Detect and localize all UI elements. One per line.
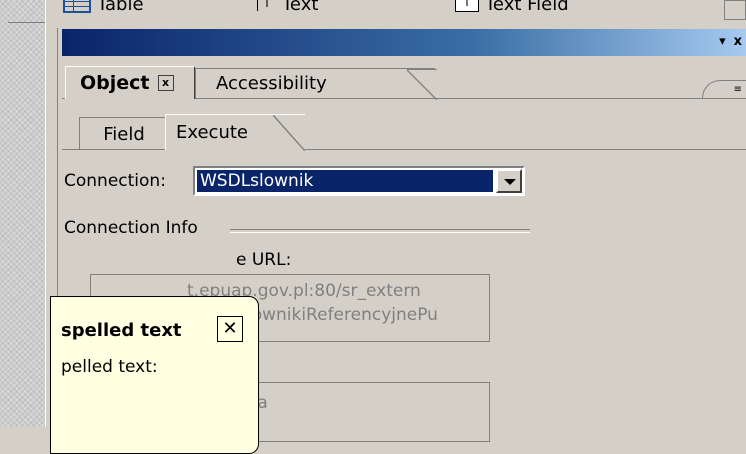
outer-tab-strip: Accessibility Object x ≡ xyxy=(62,56,746,101)
tab-object[interactable]: Object x xyxy=(65,66,195,99)
inner-tab-strip: Field Execute xyxy=(62,111,746,151)
chevron-down-icon[interactable] xyxy=(496,169,522,193)
connection-info-label: Connection Info xyxy=(64,218,198,238)
palette-item-text[interactable]: T Text xyxy=(257,0,318,16)
palette-item-label: Text Field xyxy=(485,0,569,15)
panel-titlebar[interactable]: ▾ x xyxy=(62,29,746,56)
tooltip-body: pelled text: xyxy=(61,357,158,377)
palette-item-label: Text xyxy=(282,0,319,15)
tab-field[interactable]: Field xyxy=(79,117,173,150)
text-icon: T xyxy=(257,0,276,11)
panel-close-icon[interactable]: x xyxy=(734,34,742,49)
connection-selected-value: WSDLslownik xyxy=(197,170,493,192)
left-gutter xyxy=(0,0,45,427)
tooltip-title: spelled text xyxy=(61,320,182,341)
connection-label: Connection: xyxy=(64,171,166,191)
table-icon xyxy=(63,0,91,13)
connection-select[interactable]: WSDLslownik xyxy=(193,166,525,196)
object-panel: Accessibility Object x ≡ Field Execute C… xyxy=(50,56,746,454)
tab-accessibility-label: Accessibility xyxy=(216,73,327,94)
panel-menu-icon[interactable]: ▾ xyxy=(719,34,726,49)
tab-execute-label: Execute xyxy=(176,122,248,143)
text-field-icon: I xyxy=(455,0,479,12)
tab-accessibility[interactable]: Accessibility xyxy=(195,68,437,100)
close-icon[interactable]: ✕ xyxy=(217,316,243,342)
palette-scroll-button[interactable] xyxy=(724,0,746,20)
tab-execute[interactable]: Execute xyxy=(165,114,305,151)
palette-menu-icon[interactable]: ≡ xyxy=(702,80,746,98)
group-separator xyxy=(230,229,530,233)
palette-item-label: Table xyxy=(97,0,144,15)
object-palette: Table T Text I Text Field xyxy=(57,0,746,28)
tab-object-label: Object xyxy=(80,72,150,94)
tab-close-icon[interactable]: x xyxy=(157,75,174,91)
palette-item-text-field[interactable]: I Text Field xyxy=(455,0,569,16)
spelling-tooltip: spelled text ✕ pelled text: xyxy=(50,296,259,454)
palette-item-table[interactable]: Table xyxy=(63,0,144,16)
tab-field-label: Field xyxy=(103,123,145,145)
url-label: e URL: xyxy=(236,250,292,270)
